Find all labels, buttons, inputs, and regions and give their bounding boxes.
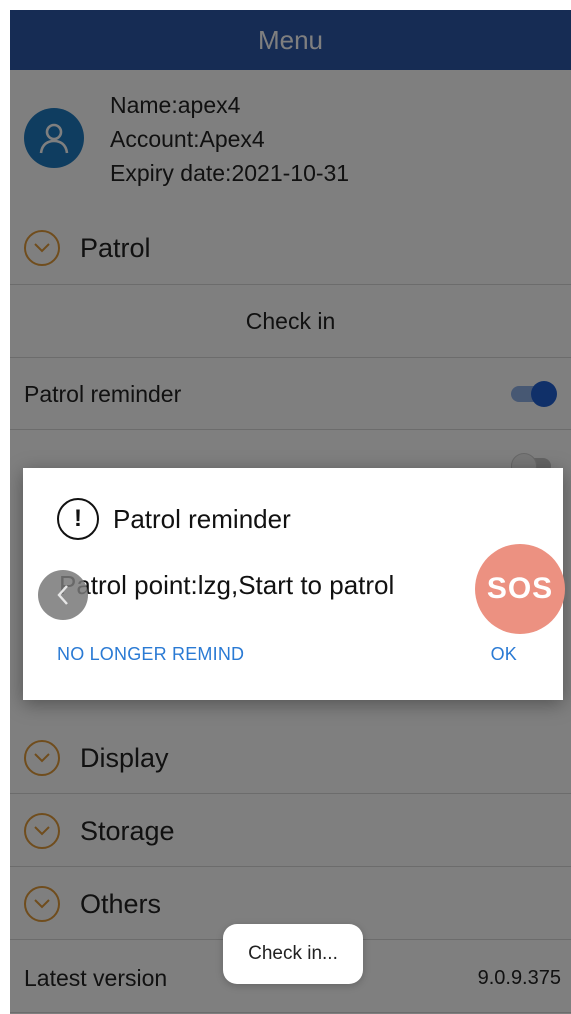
exclamation-circle-icon: !	[57, 498, 99, 540]
dialog-message: Patrol point:lzg,Start to patrol	[59, 570, 395, 600]
sos-label: SOS	[486, 572, 554, 605]
toast-message: Check in...	[223, 924, 363, 984]
ok-button[interactable]: OK	[491, 644, 517, 665]
dialog-header: ! Patrol reminder	[57, 498, 291, 540]
no-longer-remind-button[interactable]: NO LONGER REMIND	[57, 644, 244, 665]
back-float-button[interactable]	[38, 570, 88, 620]
dialog-title: Patrol reminder	[113, 503, 291, 534]
toast-text: Check in...	[248, 943, 338, 964]
sos-button[interactable]: SOS	[475, 544, 565, 634]
chevron-left-icon	[57, 585, 68, 605]
app-screen: Menu Name:apex4 Account:Apex4 Expiry dat…	[10, 10, 571, 1014]
